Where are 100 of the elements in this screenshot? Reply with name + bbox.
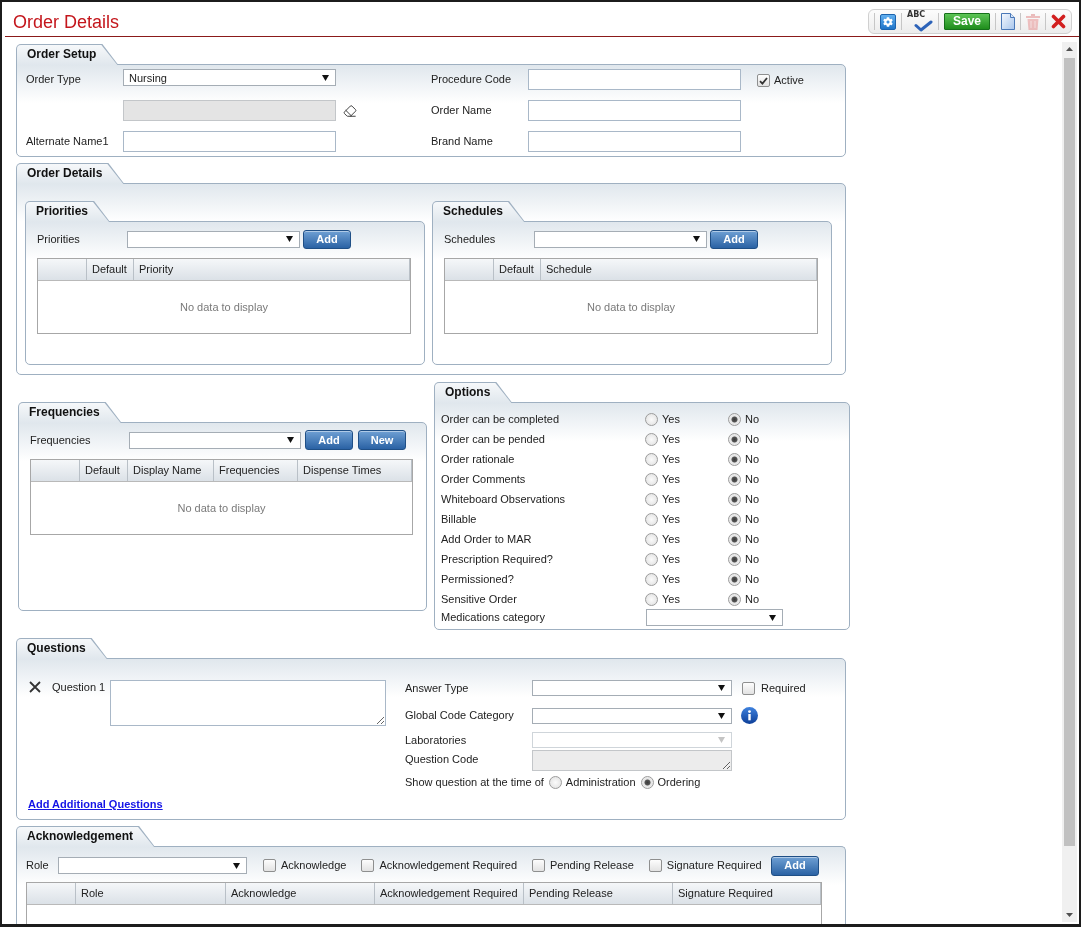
add-button[interactable]: Add	[305, 430, 353, 450]
info-icon[interactable]	[741, 707, 758, 724]
section-heading: Order Setup	[16, 44, 119, 65]
radio-label: Yes	[662, 491, 680, 507]
radio-label: No	[745, 471, 760, 487]
radio-button[interactable]	[728, 512, 741, 526]
checkbox[interactable]	[742, 681, 755, 695]
add-button[interactable]: Add	[771, 855, 819, 876]
column-header: Default	[494, 259, 541, 280]
checkbox[interactable]	[263, 859, 276, 872]
dropdown-arrow-icon	[322, 74, 329, 81]
option-label: Order rationale	[441, 451, 516, 467]
dropdown-arrow-icon	[718, 737, 725, 743]
checkbox-label: Active	[774, 73, 804, 89]
x-mark-icon[interactable]	[29, 681, 41, 693]
text-field[interactable]	[123, 131, 336, 152]
field-label: Brand Name	[431, 134, 494, 150]
radio-button[interactable]	[728, 472, 741, 486]
radio-button[interactable]	[728, 452, 741, 466]
checkbox-label: Pending Release	[550, 858, 634, 874]
field-label: Order Name	[431, 103, 493, 119]
radio-button[interactable]	[728, 532, 741, 546]
add-button[interactable]: Add	[303, 229, 351, 249]
checkbox[interactable]	[532, 859, 546, 872]
radio-button[interactable]	[645, 452, 658, 466]
scroll-down-arrow-icon[interactable]	[1066, 913, 1073, 917]
radio-label: No	[745, 571, 760, 587]
radio-label: Administration	[565, 774, 636, 790]
radio-button[interactable]	[728, 432, 741, 446]
column-header: Default	[80, 460, 128, 481]
scroll-up-arrow-icon[interactable]	[1066, 47, 1073, 51]
dropdown[interactable]	[127, 230, 300, 248]
dropdown-arrow-icon	[693, 236, 700, 242]
radio-button[interactable]	[645, 532, 658, 546]
close-icon[interactable]	[1051, 14, 1066, 29]
scrollbar[interactable]	[1062, 42, 1077, 922]
section-heading: Questions	[16, 638, 108, 659]
dropdown-arrow-icon	[287, 437, 294, 443]
radio-label: Yes	[662, 511, 680, 527]
radio-button[interactable]	[645, 432, 658, 446]
text-field[interactable]	[528, 131, 741, 152]
scrollbar-thumb[interactable]	[1064, 58, 1075, 846]
dropdown-arrow-icon	[286, 236, 293, 242]
section-heading: Options	[434, 382, 513, 403]
eraser-icon[interactable]	[343, 103, 357, 118]
radio-button[interactable]	[640, 775, 654, 789]
radio-button[interactable]	[645, 492, 658, 506]
text-field[interactable]	[528, 69, 741, 90]
dropdown[interactable]: Nursing	[123, 69, 336, 86]
radio-button[interactable]	[645, 572, 658, 586]
new-button[interactable]: New	[358, 430, 406, 450]
column-header: Dispense Times	[298, 460, 412, 481]
section-heading: Schedules	[432, 201, 526, 222]
radio-button[interactable]	[548, 775, 562, 789]
radio-button[interactable]	[645, 512, 658, 526]
radio-label: No	[745, 511, 760, 527]
checkbox[interactable]	[648, 859, 662, 872]
field-label: Answer Type	[405, 680, 470, 696]
radio-button[interactable]	[728, 412, 741, 426]
field-label: Alternate Name1	[26, 134, 110, 150]
dropdown[interactable]	[532, 680, 732, 696]
column-header: Signature Required	[673, 883, 821, 904]
field-label: Global Code Category	[405, 708, 515, 724]
dropdown[interactable]	[58, 857, 247, 874]
radio-label: No	[745, 431, 760, 447]
empty-message: No data to display	[177, 500, 266, 516]
add-button[interactable]: Add	[710, 229, 758, 249]
radio-label: Ordering	[657, 774, 701, 790]
radio-button[interactable]	[645, 552, 658, 566]
column-header: Pending Release	[524, 883, 673, 904]
settings-icon[interactable]	[880, 13, 896, 30]
text-field[interactable]	[528, 100, 741, 121]
save-button[interactable]: Save	[944, 13, 990, 30]
field-label: Question Code	[405, 752, 480, 767]
field-label: Question 1	[52, 680, 107, 694]
checkbox[interactable]	[361, 859, 375, 872]
section-heading: Priorities	[25, 201, 111, 222]
column-header: Default	[87, 259, 134, 280]
checkmark-icon	[759, 76, 768, 85]
column-header: Role	[76, 883, 226, 904]
dropdown[interactable]	[532, 707, 732, 724]
radio-button[interactable]	[728, 572, 741, 586]
radio-button[interactable]	[728, 552, 741, 566]
field-label: Procedure Code	[431, 72, 513, 88]
dropdown[interactable]	[129, 431, 301, 449]
question-text-area[interactable]	[110, 680, 386, 726]
radio-button[interactable]	[645, 592, 658, 606]
checkbox[interactable]	[757, 74, 770, 87]
column-header: Acknowledgement Required	[375, 883, 524, 904]
field-label: Priorities	[37, 231, 81, 247]
radio-button[interactable]	[645, 472, 658, 486]
option-label: Whiteboard Observations	[441, 491, 567, 507]
document-icon[interactable]	[1001, 13, 1015, 30]
dropdown[interactable]	[534, 230, 707, 248]
radio-button[interactable]	[645, 412, 658, 426]
dropdown-arrow-icon	[769, 614, 776, 621]
add-questions-link[interactable]: Add Additional Questions	[28, 796, 163, 813]
radio-label: No	[745, 451, 760, 467]
radio-button[interactable]	[728, 592, 741, 606]
radio-button[interactable]	[728, 492, 741, 506]
